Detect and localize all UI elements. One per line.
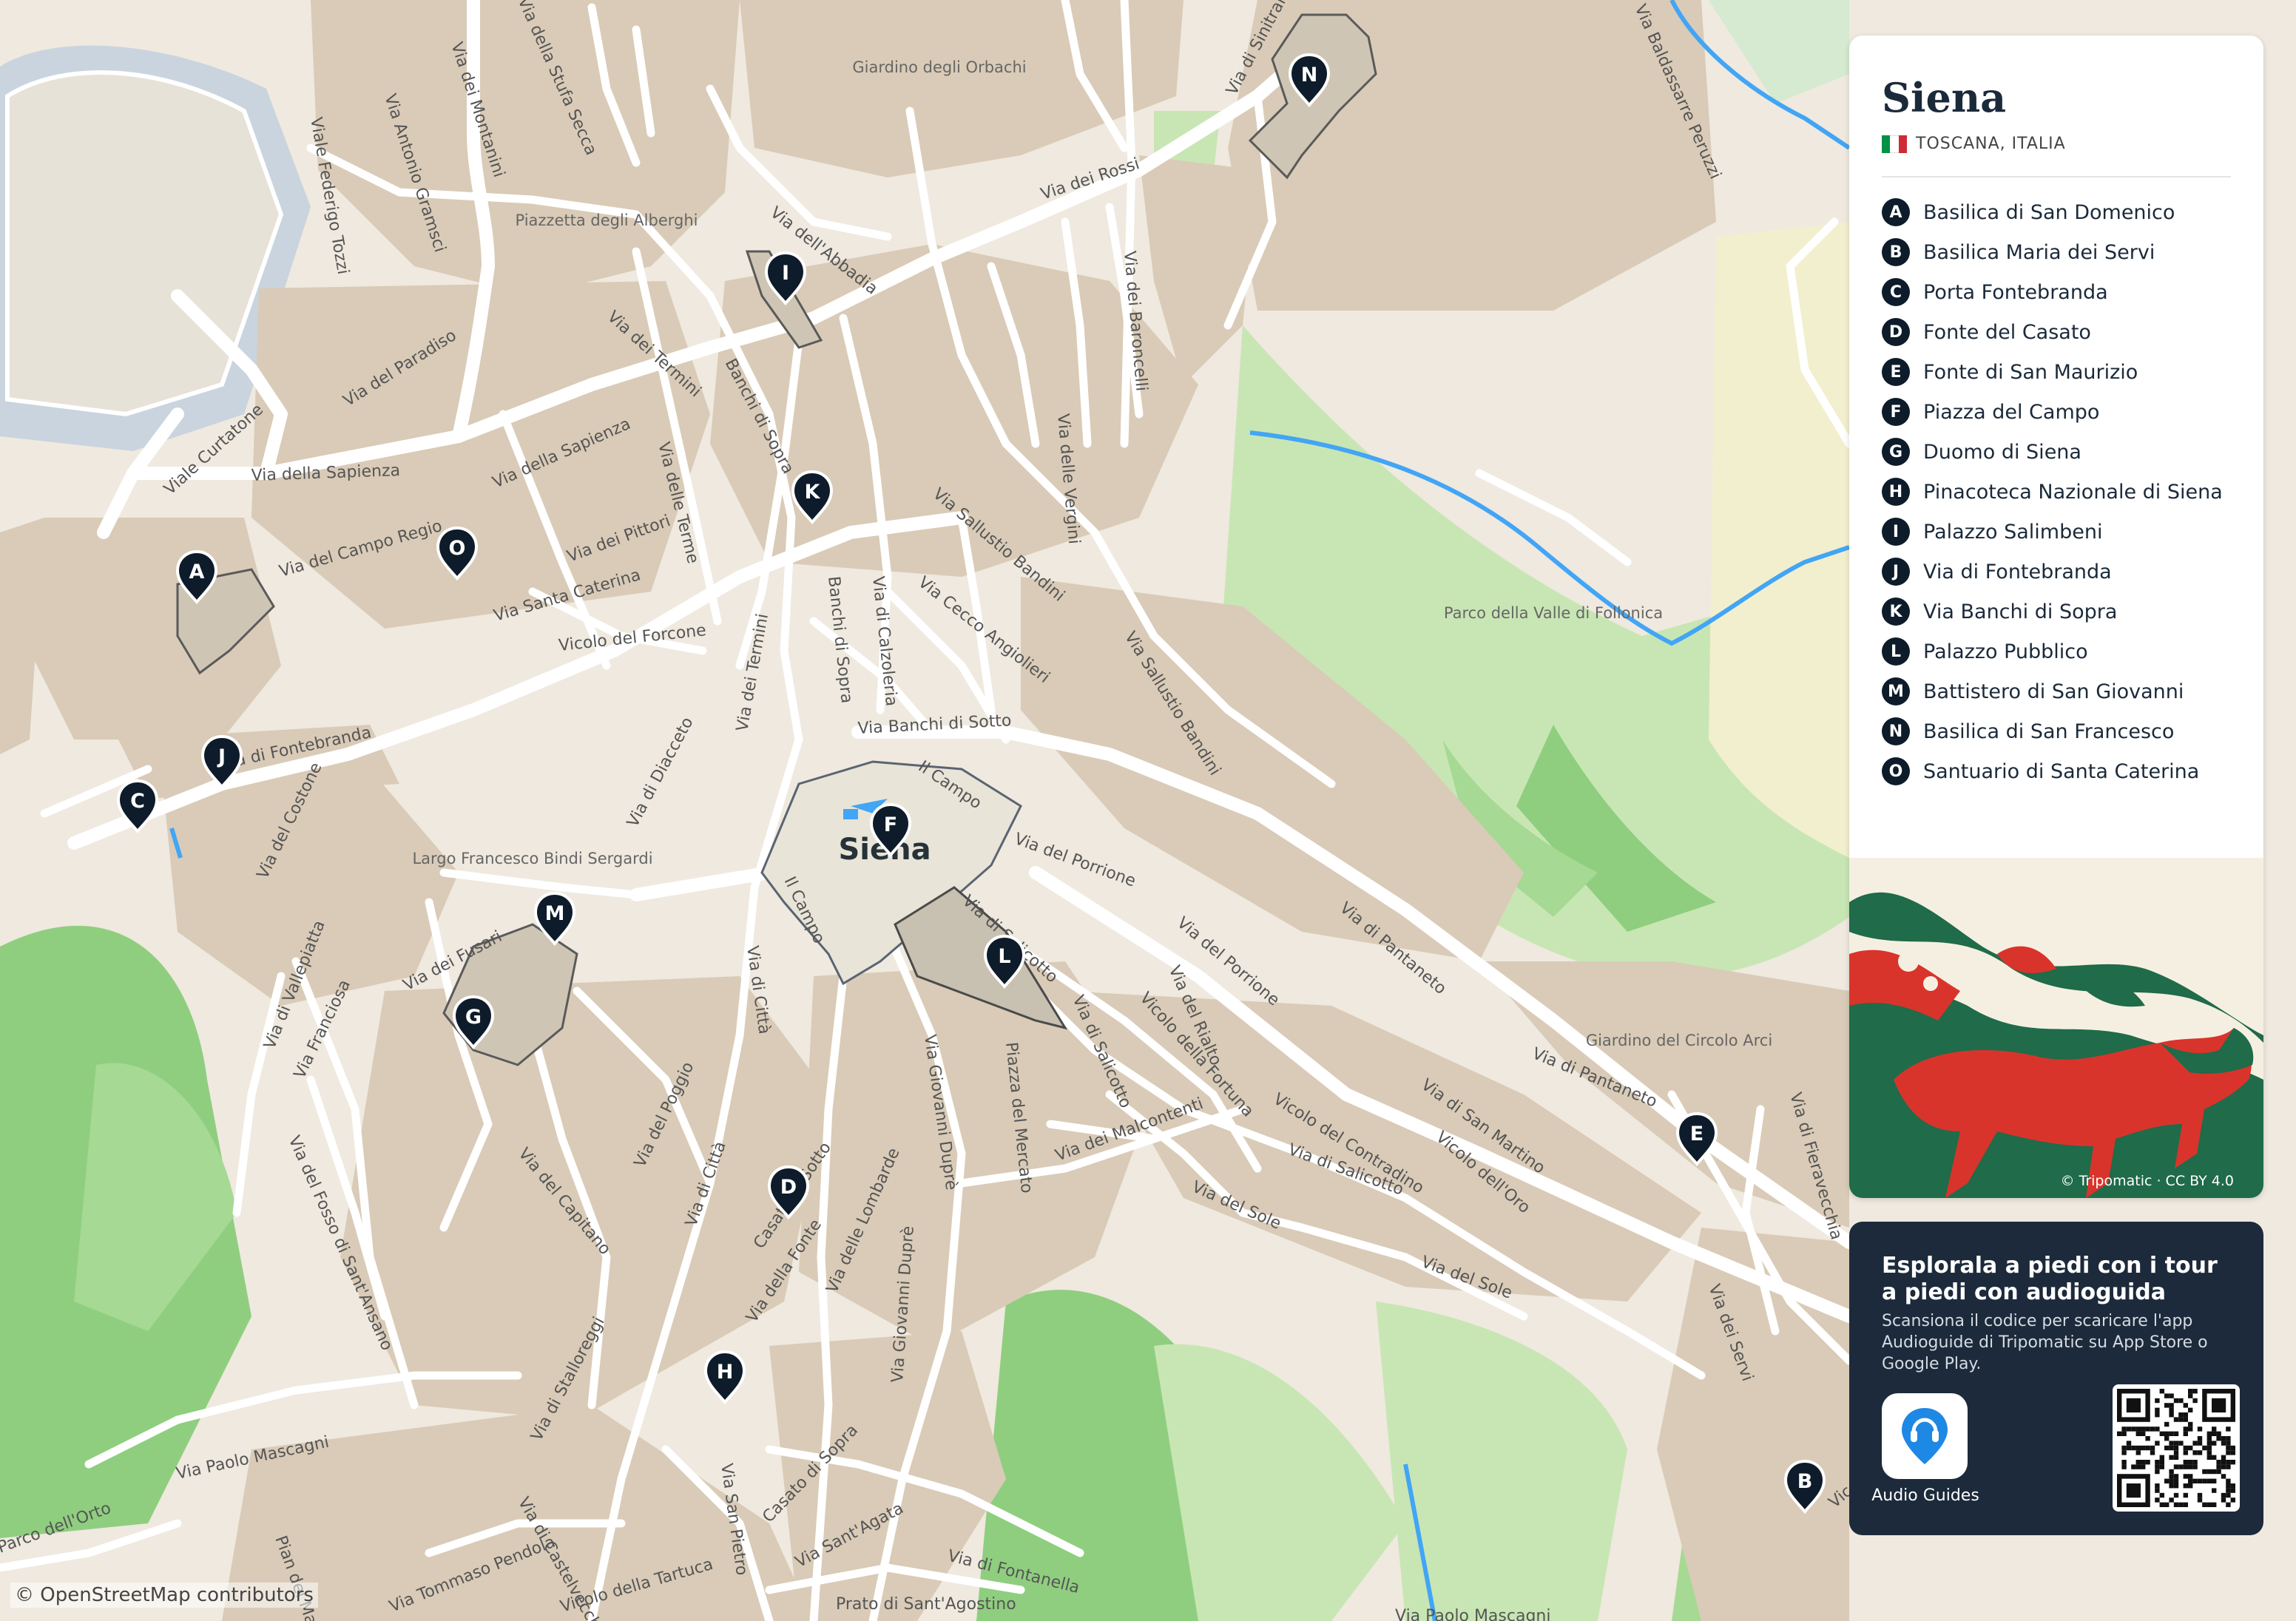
- poi-pin-letter: J: [217, 745, 226, 768]
- city-region: TOSCANA, ITALIA: [1882, 135, 2066, 153]
- poi-list-item[interactable]: H Pinacoteca Nazionale di Siena: [1882, 472, 2223, 512]
- poi-pin-letter: H: [717, 1361, 734, 1384]
- italy-flag-icon: [1882, 135, 1907, 153]
- poi-letter-badge: D: [1882, 318, 1910, 346]
- poi-letter-badge: L: [1882, 637, 1910, 666]
- poi-list-item[interactable]: M Battistero di San Giovanni: [1882, 671, 2223, 711]
- poi-name: Duomo di Siena: [1923, 440, 2081, 464]
- poi-pin-letter: B: [1797, 1470, 1813, 1493]
- area-label: Largo Francesco Bindi Sergardi: [412, 850, 652, 867]
- promo-title: Esplorala a piedi con i tour a piedi con…: [1882, 1253, 2218, 1305]
- poi-letter-badge: C: [1882, 278, 1910, 306]
- area-label: Piazzetta degli Alberghi: [516, 211, 698, 229]
- poi-letter-badge: J: [1882, 558, 1910, 586]
- poi-pin-letter: F: [884, 813, 897, 836]
- poi-list: A Basilica di San Domenico B Basilica Maria…: [1882, 192, 2223, 791]
- qr-code-icon: [2117, 1389, 2235, 1507]
- app-label: Audio Guides: [1871, 1486, 1979, 1505]
- poi-pin-letter: K: [805, 481, 821, 504]
- promo-text: Scansiona il codice per scaricare l'app …: [1882, 1312, 2208, 1373]
- poi-name: Basilica di San Domenico: [1923, 200, 2175, 224]
- poi-letter-badge: F: [1882, 398, 1910, 426]
- area-label: Parco della Valle di Follonica: [1444, 604, 1663, 622]
- legend-panel: Siena TOSCANA, ITALIA A Basilica di San D…: [1849, 35, 2263, 1198]
- poi-list-item[interactable]: J Via di Fontebranda: [1882, 552, 2223, 592]
- poi-list-item[interactable]: O Santuario di Santa Caterina: [1882, 751, 2223, 791]
- map-pin-headphones-icon: [1902, 1408, 1948, 1464]
- poi-pin-letter: E: [1690, 1123, 1704, 1145]
- decorative-she-wolf-artwork: [1849, 858, 2263, 1198]
- poi-name: Via Banchi di Sopra: [1923, 600, 2118, 623]
- audio-guides-app-button[interactable]: [1882, 1393, 1968, 1479]
- poi-letter-badge: H: [1882, 478, 1910, 506]
- poi-list-item[interactable]: G Duomo di Siena: [1882, 432, 2223, 472]
- poi-letter-badge: K: [1882, 598, 1910, 626]
- poi-pin-letter: D: [780, 1176, 797, 1199]
- poi-letter-badge: O: [1882, 757, 1910, 785]
- poi-list-item[interactable]: B Basilica Maria dei Servi: [1882, 232, 2223, 272]
- poi-name: Fonte di San Maurizio: [1923, 360, 2138, 384]
- poi-pin-letter: G: [465, 1006, 482, 1029]
- poi-name: Piazza del Campo: [1923, 400, 2100, 424]
- poi-name: Palazzo Pubblico: [1923, 640, 2088, 663]
- poi-name: Via di Fontebranda: [1923, 560, 2112, 583]
- poi-letter-badge: A: [1882, 198, 1910, 226]
- poi-name: Santuario di Santa Caterina: [1923, 759, 2200, 783]
- street-label: Prato di Sant'Agostino: [836, 1595, 1016, 1614]
- poi-pin-letter: I: [782, 262, 789, 285]
- poi-pin-letter: C: [130, 790, 145, 813]
- poi-list-item[interactable]: N Basilica di San Francesco: [1882, 711, 2223, 751]
- divider: [1882, 176, 2231, 177]
- area-label: Giardino del Circolo Arci: [1586, 1032, 1772, 1049]
- poi-pin-letter: A: [189, 561, 205, 583]
- poi-letter-badge: B: [1882, 238, 1910, 266]
- poi-list-item[interactable]: L Palazzo Pubblico: [1882, 632, 2223, 671]
- poi-list-item[interactable]: F Piazza del Campo: [1882, 392, 2223, 432]
- poi-letter-badge: E: [1882, 358, 1910, 386]
- poi-list-item[interactable]: K Via Banchi di Sopra: [1882, 592, 2223, 632]
- download-qr-code[interactable]: [2113, 1384, 2240, 1512]
- map-attribution: © OpenStreetMap contributors: [10, 1583, 318, 1608]
- poi-name: Porta Fontebranda: [1923, 280, 2108, 304]
- poi-letter-badge: M: [1882, 677, 1910, 705]
- region-text: TOSCANA, ITALIA: [1916, 135, 2066, 153]
- area-label: Giardino degli Orbachi: [852, 58, 1026, 76]
- poi-pin-letter: M: [545, 902, 565, 925]
- poi-list-item[interactable]: A Basilica di San Domenico: [1882, 192, 2223, 232]
- poi-letter-badge: N: [1882, 717, 1910, 745]
- poi-name: Palazzo Salimbeni: [1923, 520, 2103, 544]
- poi-name: Battistero di San Giovanni: [1923, 680, 2184, 703]
- poi-list-item[interactable]: I Palazzo Salimbeni: [1882, 512, 2223, 552]
- poi-pin-letter: N: [1301, 64, 1318, 87]
- poi-list-item[interactable]: E Fonte di San Maurizio: [1882, 352, 2223, 392]
- poi-name: Basilica Maria dei Servi: [1923, 240, 2155, 264]
- street-label: Via Paolo Mascagni: [1395, 1607, 1550, 1621]
- city-title: Siena: [1882, 74, 2007, 121]
- poi-name: Pinacoteca Nazionale di Siena: [1923, 480, 2223, 504]
- poi-pin-letter: O: [449, 537, 466, 560]
- art-credit: © Tripomatic · CC BY 4.0: [2060, 1173, 2234, 1189]
- poi-name: Fonte del Casato: [1923, 320, 2091, 344]
- poi-letter-badge: G: [1882, 438, 1910, 466]
- poi-list-item[interactable]: C Porta Fontebranda: [1882, 272, 2223, 312]
- poi-name: Basilica di San Francesco: [1923, 720, 2175, 743]
- audio-guide-promo: Esplorala a piedi con i tour a piedi con…: [1849, 1222, 2263, 1535]
- poi-letter-badge: I: [1882, 518, 1910, 546]
- poi-pin-letter: L: [998, 945, 1010, 968]
- poi-list-item[interactable]: D Fonte del Casato: [1882, 312, 2223, 352]
